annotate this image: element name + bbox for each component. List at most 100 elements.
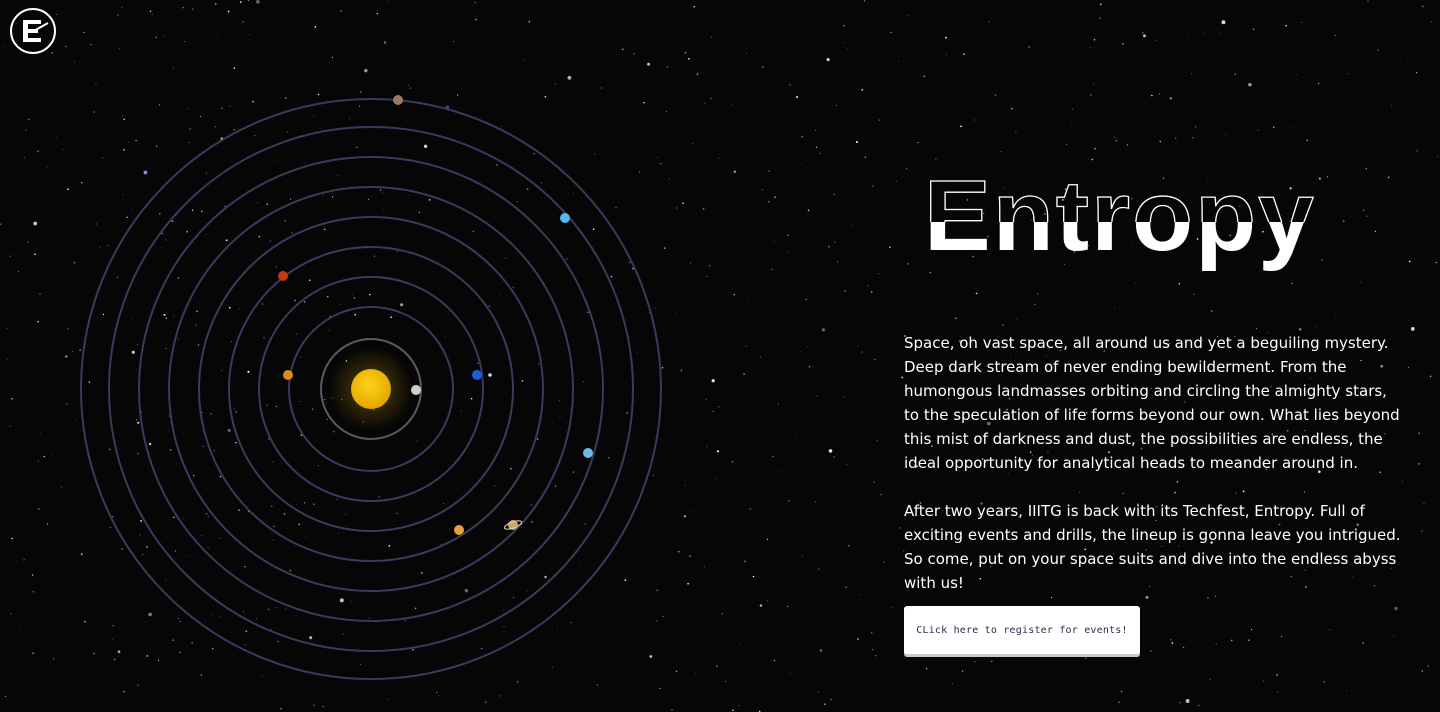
star: [1338, 273, 1339, 274]
star: [917, 141, 919, 144]
star: [789, 84, 791, 86]
star: [1142, 34, 1146, 38]
star: [858, 594, 860, 595]
star: [1317, 82, 1320, 85]
star: [807, 209, 810, 212]
star: [864, 156, 867, 159]
star: [1329, 628, 1331, 631]
star: [1209, 678, 1211, 680]
star: [880, 493, 882, 496]
star: [1399, 58, 1401, 60]
planet-uranus: [583, 448, 593, 458]
star: [787, 234, 789, 236]
star: [1418, 432, 1420, 435]
planet-pluto: [393, 95, 403, 105]
star: [873, 481, 875, 483]
star: [1421, 530, 1423, 533]
star: [1374, 230, 1377, 232]
star: [871, 648, 874, 651]
star: [889, 246, 891, 249]
star: [862, 136, 864, 138]
star: [1071, 122, 1073, 124]
star: [1366, 215, 1368, 217]
star: [1010, 107, 1013, 110]
star: [1252, 28, 1255, 31]
star: [883, 561, 885, 563]
star: [808, 365, 811, 368]
star: [1315, 325, 1317, 327]
star: [768, 201, 770, 203]
star: [843, 24, 845, 27]
star: [1023, 701, 1024, 703]
star: [828, 246, 830, 248]
star: [1090, 94, 1092, 96]
star: [1250, 628, 1253, 630]
star: [1126, 144, 1129, 146]
star: [1393, 635, 1395, 637]
star: [799, 164, 801, 165]
star: [1285, 24, 1288, 27]
star: [1034, 304, 1036, 306]
solar-system-animation: [80, 95, 662, 680]
star: [1117, 653, 1119, 656]
about-paragraph-1: Space, oh vast space, all around us and …: [904, 334, 1400, 472]
star: [806, 346, 808, 348]
star: [1365, 167, 1367, 170]
register-button[interactable]: CLick here to register for events!: [904, 606, 1140, 654]
star: [830, 698, 832, 701]
star: [1230, 639, 1233, 642]
star: [766, 538, 769, 541]
star: [759, 356, 762, 358]
star: [1220, 32, 1222, 34]
star: [1141, 31, 1144, 34]
star: [766, 600, 768, 602]
star: [1301, 22, 1303, 23]
star: [974, 119, 976, 121]
star: [975, 292, 978, 295]
planet-mars: [278, 271, 288, 281]
star: [1334, 35, 1336, 37]
star: [1393, 63, 1395, 65]
star: [960, 125, 962, 128]
star: [1281, 635, 1283, 638]
star: [871, 632, 873, 634]
star: [991, 660, 993, 663]
star: [1037, 293, 1038, 295]
star: [1114, 137, 1116, 139]
star: [795, 95, 799, 99]
star: [802, 91, 804, 93]
star: [845, 586, 847, 588]
star: [878, 273, 879, 274]
star: [1262, 680, 1264, 682]
star: [800, 351, 802, 352]
hero-title: Entropy Entropy: [923, 160, 1314, 272]
star: [1403, 126, 1404, 127]
star: [1429, 375, 1432, 377]
star: [1435, 261, 1438, 264]
star: [855, 140, 858, 144]
star: [870, 291, 873, 293]
star: [1407, 366, 1409, 368]
star: [817, 691, 819, 693]
star: [1225, 133, 1227, 135]
star: [1342, 220, 1345, 223]
star: [761, 189, 763, 191]
planet-mercury: [411, 385, 421, 395]
star: [1248, 83, 1252, 87]
star: [1290, 126, 1292, 128]
star: [821, 328, 825, 332]
star: [1422, 5, 1424, 8]
star: [1093, 38, 1096, 41]
star: [1273, 126, 1275, 128]
star: [1421, 670, 1423, 672]
star: [772, 455, 774, 458]
star: [777, 403, 779, 405]
star: [851, 224, 852, 226]
star: [1099, 17, 1101, 19]
star: [898, 61, 899, 62]
star: [1066, 144, 1068, 146]
star: [994, 94, 997, 96]
star: [1182, 646, 1185, 649]
star: [1155, 39, 1156, 41]
star: [1203, 32, 1205, 34]
